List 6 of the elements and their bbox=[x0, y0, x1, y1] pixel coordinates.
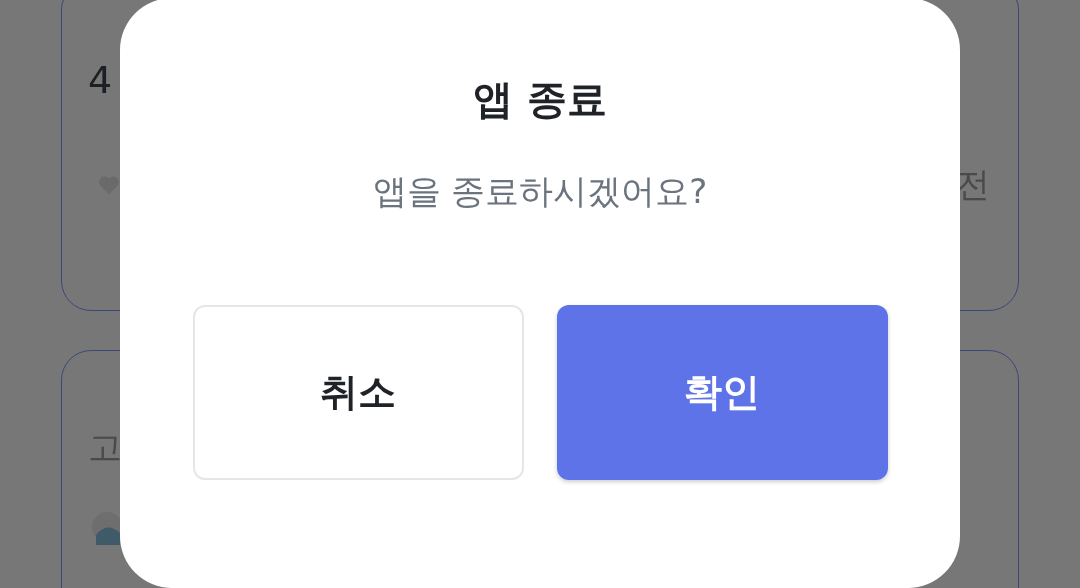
dialog-title: 앱 종료 bbox=[473, 75, 607, 124]
dialog-message: 앱을 종료하시겠어요? bbox=[372, 170, 708, 213]
card-value: 4 bbox=[88, 58, 114, 102]
confirm-button[interactable]: 확인 bbox=[556, 305, 888, 480]
heart-icon bbox=[98, 174, 120, 196]
cancel-button[interactable]: 취소 bbox=[192, 305, 524, 480]
